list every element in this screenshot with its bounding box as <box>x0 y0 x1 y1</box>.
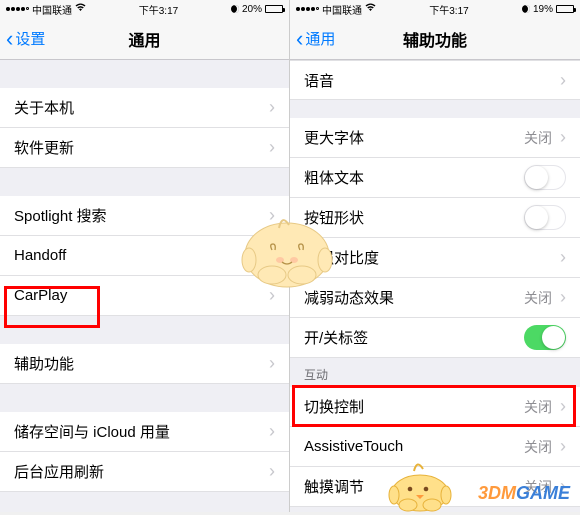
row-switch-control[interactable]: 切换控制 关闭 › <box>290 387 580 427</box>
row-carplay[interactable]: CarPlay › <box>0 276 289 316</box>
switch-button-shapes[interactable] <box>524 205 566 230</box>
row-voice[interactable]: 语音 › <box>290 60 580 100</box>
back-button[interactable]: ‹ 设置 <box>0 26 45 52</box>
signal-dots-icon <box>296 7 319 11</box>
chevron-left-icon: ‹ <box>296 26 303 52</box>
back-button[interactable]: ‹ 通用 <box>290 26 335 52</box>
carrier-label: 中国联通 <box>322 2 362 17</box>
chevron-left-icon: ‹ <box>6 26 13 52</box>
battery-percent: 19% <box>533 4 553 15</box>
chevron-right-icon: › <box>269 421 275 442</box>
row-about[interactable]: 关于本机 › <box>0 88 289 128</box>
chevron-right-icon: › <box>560 70 566 91</box>
chevron-right-icon: › <box>269 461 275 482</box>
chevron-right-icon: › <box>269 285 275 306</box>
phone-accessibility: 中国联通 下午3:17 19% ‹ 通用 辅助功能 语音 › <box>290 0 580 512</box>
chevron-right-icon: › <box>560 476 566 497</box>
battery-icon <box>556 5 574 13</box>
clock-label: 下午3:17 <box>429 2 468 17</box>
chevron-right-icon: › <box>269 205 275 226</box>
clock-label: 下午3:17 <box>139 2 178 17</box>
battery-percent: 20% <box>242 4 262 15</box>
row-larger-text[interactable]: 更大字体 关闭 › <box>290 118 580 158</box>
row-on-off-labels[interactable]: 开/关标签 <box>290 318 580 358</box>
nav-bar: ‹ 设置 通用 <box>0 18 289 60</box>
chevron-right-icon: › <box>560 396 566 417</box>
chevron-right-icon: › <box>560 247 566 268</box>
chevron-right-icon: › <box>269 245 275 266</box>
switch-on-off-labels[interactable] <box>524 325 566 350</box>
switch-bold-text[interactable] <box>524 165 566 190</box>
chevron-right-icon: › <box>560 287 566 308</box>
row-button-shapes[interactable]: 按钮形状 <box>290 198 580 238</box>
row-assistive-touch[interactable]: AssistiveTouch 关闭 › <box>290 427 580 467</box>
chevron-right-icon: › <box>269 353 275 374</box>
dnd-icon <box>231 5 239 13</box>
nav-bar: ‹ 通用 辅助功能 <box>290 18 580 60</box>
row-bold-text[interactable]: 粗体文本 <box>290 158 580 198</box>
carrier-label: 中国联通 <box>32 2 72 17</box>
chevron-right-icon: › <box>560 127 566 148</box>
row-accessibility[interactable]: 辅助功能 › <box>0 344 289 384</box>
phone-general: 中国联通 下午3:17 20% ‹ 设置 通用 关于本机 › <box>0 0 290 512</box>
signal-dots-icon <box>6 7 29 11</box>
chevron-right-icon: › <box>269 97 275 118</box>
wifi-icon <box>75 3 86 15</box>
row-software-update[interactable]: 软件更新 › <box>0 128 289 168</box>
row-bg-refresh[interactable]: 后台应用刷新 › <box>0 452 289 492</box>
row-touch-accommodations[interactable]: 触摸调节 关闭 › <box>290 467 580 507</box>
wifi-icon <box>365 3 376 15</box>
battery-icon <box>265 5 283 13</box>
back-label: 通用 <box>305 28 335 49</box>
dnd-icon <box>522 5 530 13</box>
back-label: 设置 <box>15 28 45 49</box>
status-bar: 中国联通 下午3:17 20% <box>0 0 289 18</box>
row-increase-contrast[interactable]: 增强对比度 › <box>290 238 580 278</box>
row-storage[interactable]: 储存空间与 iCloud 用量 › <box>0 412 289 452</box>
chevron-right-icon: › <box>269 137 275 158</box>
status-bar: 中国联通 下午3:17 19% <box>290 0 580 18</box>
section-interaction-header: 互动 <box>290 358 580 387</box>
row-spotlight[interactable]: Spotlight 搜索 › <box>0 196 289 236</box>
chevron-right-icon: › <box>560 436 566 457</box>
row-handoff[interactable]: Handoff › <box>0 236 289 276</box>
row-reduce-motion[interactable]: 减弱动态效果 关闭 › <box>290 278 580 318</box>
